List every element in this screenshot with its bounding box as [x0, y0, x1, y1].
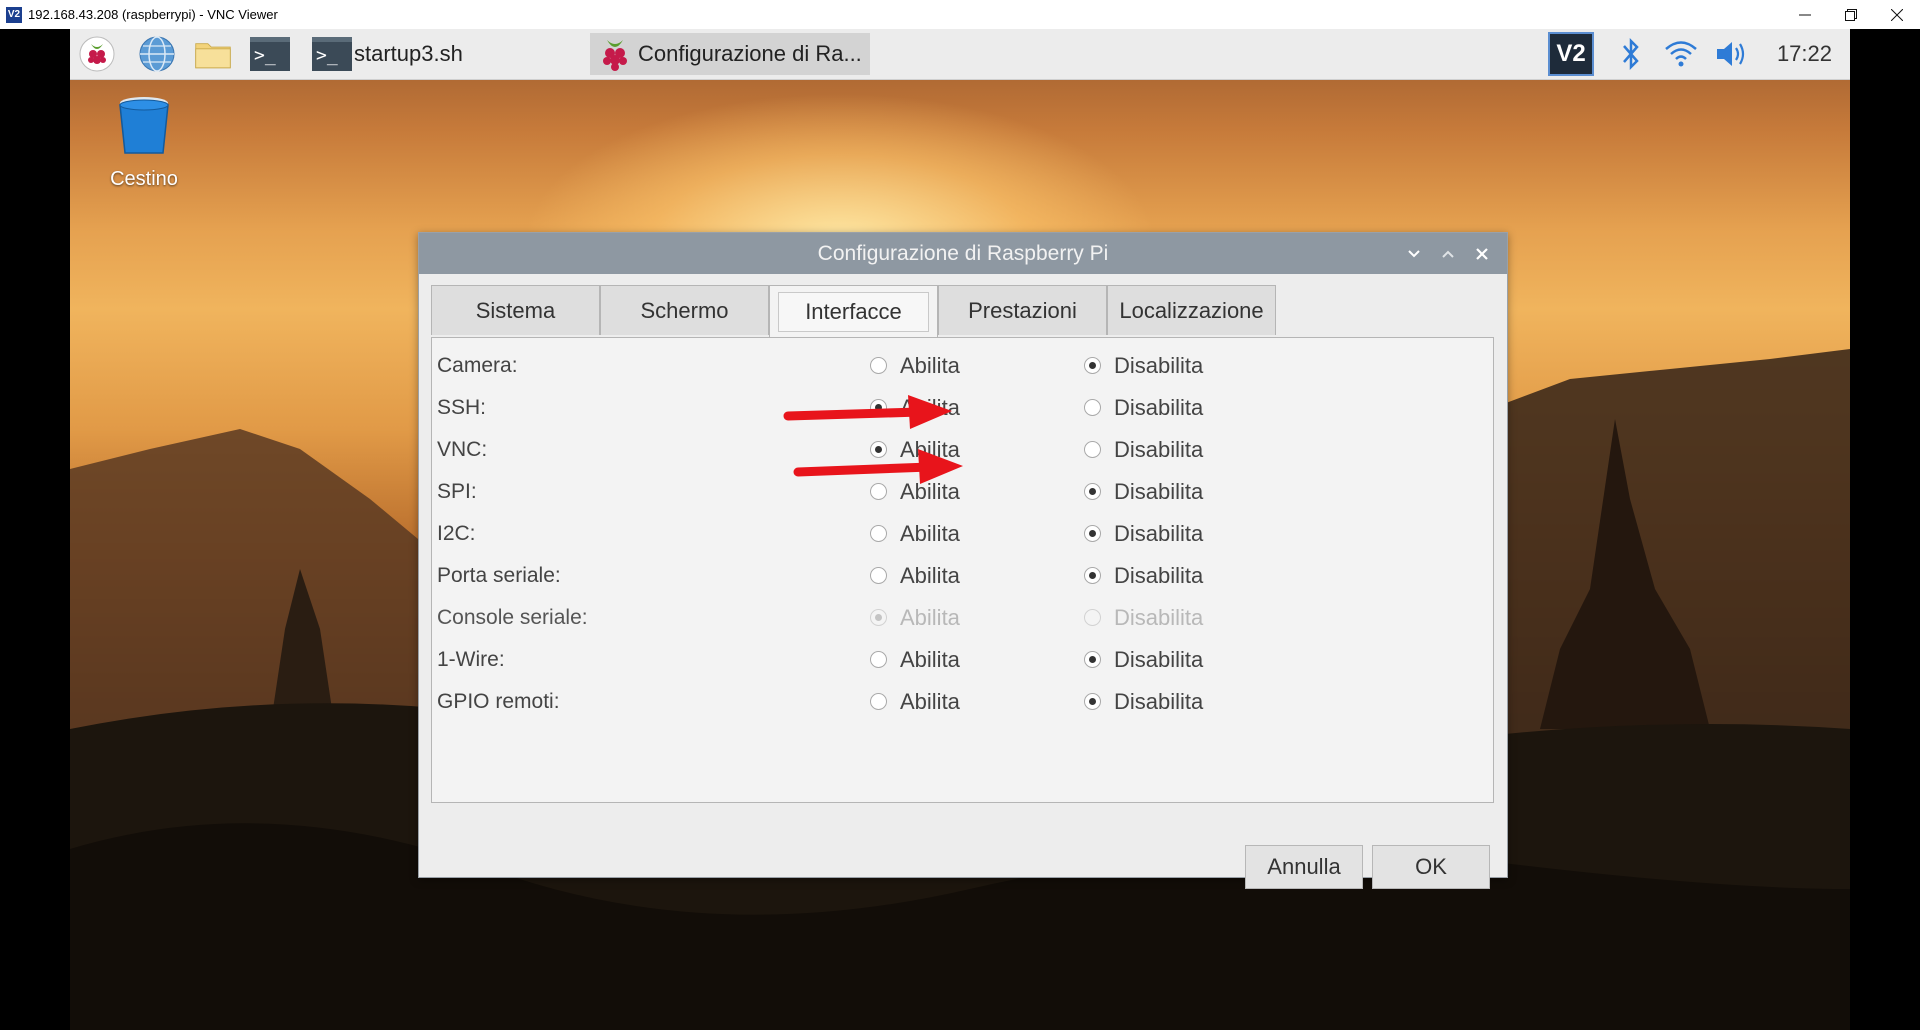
enable-radio-label: Abilita — [900, 604, 960, 630]
tab-localizzazione[interactable]: Localizzazione — [1107, 285, 1276, 335]
vnc-server-icon[interactable]: V2 — [1546, 31, 1596, 77]
raspberry-icon — [603, 40, 627, 71]
arrow-ssh — [783, 395, 952, 429]
remote-desktop: >_ >_ startup3.sh Configurazione di Ra..… — [70, 29, 1850, 1030]
wifi-icon[interactable] — [1662, 35, 1700, 73]
disable-radio-label: Disabilita — [1114, 436, 1204, 462]
enable-radio — [870, 609, 887, 626]
enable-radio[interactable] — [870, 693, 887, 710]
disable-radio[interactable] — [1084, 399, 1101, 416]
vnc-window-titlebar: V2 192.168.43.208 (raspberrypi) - VNC Vi… — [0, 0, 1920, 29]
disable-radio-label: Disabilita — [1114, 688, 1204, 714]
desktop-trash[interactable]: Cestino — [108, 91, 180, 191]
restore-icon[interactable] — [1828, 0, 1874, 29]
dialog-title: Configurazione di Raspberry Pi — [817, 242, 1109, 265]
disable-radio-label: Disabilita — [1114, 646, 1204, 672]
disable-radio[interactable] — [1084, 441, 1101, 458]
interface-label: GPIO remoti: — [437, 690, 560, 713]
chevron-down-icon[interactable] — [1397, 233, 1431, 274]
disable-radio-label: Disabilita — [1114, 478, 1204, 504]
enable-radio[interactable] — [870, 357, 887, 374]
trash-label: Cestino — [110, 168, 178, 190]
annotation-arrows — [783, 395, 963, 484]
minimize-icon[interactable] — [1782, 0, 1828, 29]
disable-radio[interactable] — [1084, 651, 1101, 668]
tab-interfacce[interactable]: Interfacce — [769, 285, 938, 337]
task-label: Configurazione di Ra... — [638, 41, 862, 66]
disable-radio[interactable] — [1084, 525, 1101, 542]
task-startup3[interactable]: >_ startup3.sh — [312, 33, 473, 75]
disable-radio-label: Disabilita — [1114, 562, 1204, 588]
file-manager-icon[interactable] — [194, 35, 232, 73]
dialog-titlebar[interactable]: Configurazione di Raspberry Pi — [419, 233, 1507, 274]
terminal-icon[interactable]: >_ — [248, 35, 292, 73]
close-icon[interactable] — [1874, 0, 1920, 29]
disable-radio-option[interactable]: Disabilita — [1084, 676, 1203, 727]
vnc-window-title: 192.168.43.208 (raspberrypi) - VNC Viewe… — [28, 7, 278, 22]
disable-radio[interactable] — [1084, 693, 1101, 710]
disable-radio-label: Disabilita — [1114, 520, 1204, 546]
raspberry-menu-icon[interactable] — [78, 35, 116, 73]
task-label: startup3.sh — [354, 41, 463, 66]
enable-radio[interactable] — [870, 651, 887, 668]
volume-icon[interactable] — [1714, 35, 1752, 73]
disable-radio[interactable] — [1084, 357, 1101, 374]
bluetooth-icon[interactable] — [1612, 35, 1650, 73]
trash-icon — [119, 97, 169, 154]
disable-radio-label: Disabilita — [1114, 394, 1204, 420]
raspi-config-dialog: Configurazione di Raspberry Pi Sistema S… — [418, 232, 1508, 889]
disable-radio[interactable] — [1084, 483, 1101, 500]
disable-radio-label: Disabilita — [1114, 352, 1204, 378]
taskbar-clock[interactable]: 17:22 — [1777, 29, 1832, 79]
cancel-button[interactable]: Annulla — [1245, 845, 1363, 889]
task-raspi-config[interactable]: Configurazione di Ra... — [590, 33, 870, 75]
enable-radio-label: Abilita — [900, 520, 960, 546]
enable-radio-label: Abilita — [900, 646, 960, 672]
web-browser-icon[interactable] — [138, 35, 176, 73]
tab-schermo[interactable]: Schermo — [600, 285, 769, 335]
enable-radio-option[interactable]: Abilita — [870, 676, 960, 727]
interface-row: GPIO remoti: Abilita Disabilita — [432, 676, 1493, 727]
enable-radio-label: Abilita — [900, 562, 960, 588]
vnc-viewer-logo-icon: V2 — [6, 6, 22, 23]
enable-radio-label: Abilita — [900, 688, 960, 714]
enable-radio[interactable] — [870, 567, 887, 584]
close-icon[interactable] — [1465, 233, 1499, 274]
chevron-up-icon[interactable] — [1431, 233, 1465, 274]
taskbar: >_ >_ startup3.sh Configurazione di Ra..… — [70, 29, 1850, 80]
tab-sistema[interactable]: Sistema — [431, 285, 600, 335]
enable-radio-label: Abilita — [900, 352, 960, 378]
tab-prestazioni[interactable]: Prestazioni — [938, 285, 1107, 335]
disable-radio[interactable] — [1084, 567, 1101, 584]
enable-radio[interactable] — [870, 525, 887, 542]
dialog-window-buttons — [1397, 233, 1499, 274]
window-controls — [1782, 0, 1920, 29]
disable-radio — [1084, 609, 1101, 626]
arrow-vnc — [793, 449, 963, 484]
disable-radio-label: Disabilita — [1114, 604, 1204, 630]
tab-bar: Sistema Schermo Interfacce Prestazioni L… — [431, 285, 1276, 337]
ok-button[interactable]: OK — [1372, 845, 1490, 889]
terminal-icon: >_ — [312, 37, 352, 71]
